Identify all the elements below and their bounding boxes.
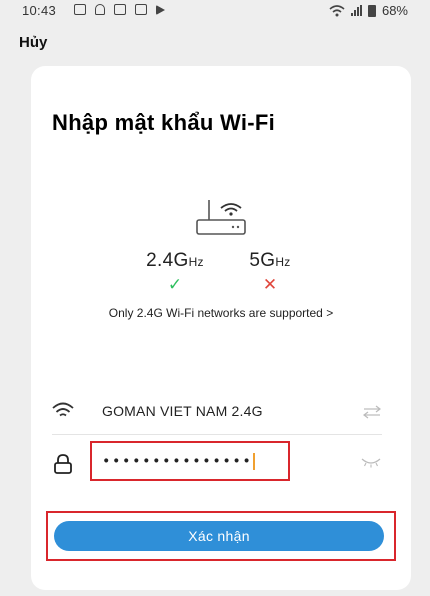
notification-icons [74,4,165,15]
text-caret [253,453,256,470]
message-icon [74,4,86,15]
ssid-name: GOMAN VIET NAM 2.4G [102,403,263,419]
support-note-link[interactable]: Only 2.4G Wi-Fi networks are supported > [31,306,411,320]
band-2-4ghz-label: 2.4GHz [146,250,204,271]
band-5ghz-label: 5GHz [249,250,291,271]
password-row: ••••••••••••••• [52,441,382,486]
band-5ghz: 5GHz ✕ [234,250,306,295]
battery-percent: 68% [381,3,408,18]
password-input[interactable]: ••••••••••••••• [90,441,290,481]
confirm-button[interactable]: Xác nhận [54,521,384,551]
gallery-icon [114,4,126,15]
switch-network-icon[interactable] [362,405,382,419]
cancel-button[interactable]: Hủy [19,34,47,51]
wifi-icon [52,402,74,417]
system-indicators: 68% [329,3,408,18]
divider [52,434,382,435]
status-bar: 10:43 68% [0,0,430,22]
check-icon: ✓ [167,275,183,294]
router-icon [196,200,246,235]
mail-icon [135,4,147,15]
eye-closed-icon[interactable] [360,456,382,468]
page-title: Nhập mật khẩu Wi-Fi [52,110,276,135]
wifi-password-card: Nhập mật khẩu Wi-Fi 2.4GHz ✓ 5GHz ✕ Only… [31,66,411,590]
bell-icon [95,4,105,15]
password-mask: ••••••••••••••• [102,453,253,470]
confirm-highlight: Xác nhận [46,511,396,561]
lock-icon [54,454,72,474]
cross-icon: ✕ [262,275,278,294]
signal-icon [350,5,362,16]
ssid-row: GOMAN VIET NAM 2.4G [52,398,382,426]
band-2-4ghz: 2.4GHz ✓ [135,250,215,295]
wifi-status-icon [329,4,345,16]
play-icon [156,5,165,15]
status-time: 10:43 [22,3,57,18]
battery-icon [367,4,376,17]
